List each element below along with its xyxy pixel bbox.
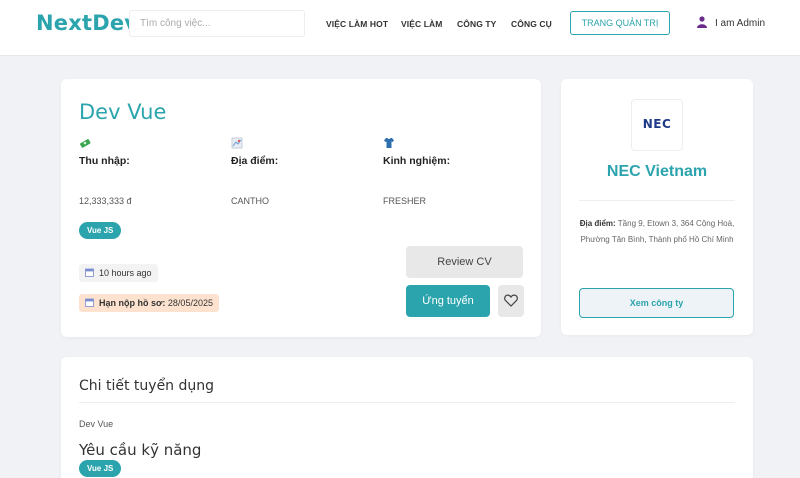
favorite-button[interactable]	[498, 285, 524, 317]
location-value: CANTHO	[231, 196, 269, 206]
money-icon	[80, 139, 91, 148]
calendar-icon	[85, 298, 94, 307]
heart-icon	[504, 294, 518, 307]
location-block: Địa điểm: CANTHO	[231, 137, 371, 206]
company-logo-text: NEC	[642, 117, 672, 131]
detail-job-title: Dev Vue	[79, 419, 114, 429]
skills-title: Yêu cầu kỹ năng	[79, 441, 202, 459]
nav-jobs[interactable]: VIỆC LÀM	[401, 19, 442, 29]
job-title: Dev Vue	[79, 100, 167, 124]
company-address: Địa điểm: Tầng 9, Etown 3, 364 Cộng Hoà,…	[577, 216, 737, 248]
skill-tag[interactable]: Vue JS	[79, 222, 122, 239]
job-detail-card: Chi tiết tuyển dụng Dev Vue Yêu cầu kỹ n…	[61, 357, 753, 478]
address-label: Địa điểm:	[579, 219, 616, 228]
company-logo[interactable]: NEC	[631, 99, 683, 151]
experience-value: FRESHER	[383, 196, 427, 206]
logo[interactable]: NextDev	[36, 11, 138, 35]
calendar-icon	[85, 268, 94, 277]
salary-value: 12,333,333 đ	[79, 196, 132, 206]
deadline-badge: Hạn nộp hồ sơ: 28/05/2025	[79, 294, 219, 312]
shirt-icon	[384, 138, 394, 148]
location-label: Địa điểm:	[231, 155, 279, 167]
nav-companies[interactable]: CÔNG TY	[457, 19, 496, 29]
user-name: I am Admin	[715, 18, 766, 29]
review-cv-button[interactable]: Review CV	[406, 246, 523, 278]
user-icon	[697, 16, 707, 28]
deadline-value: 28/05/2025	[167, 298, 213, 308]
company-name[interactable]: NEC Vietnam	[561, 163, 753, 181]
search-input[interactable]: Tìm công việc...	[129, 10, 305, 37]
nav-tools[interactable]: CÔNG CỤ	[511, 19, 552, 29]
salary-label: Thu nhập:	[79, 155, 130, 167]
experience-block: Kinh nghiệm: FRESHER	[383, 137, 523, 206]
posted-time: 10 hours ago	[99, 268, 152, 278]
nav-hot-jobs[interactable]: VIỆC LÀM HOT	[326, 19, 388, 29]
posted-time-badge: 10 hours ago	[79, 264, 158, 282]
skill-tag[interactable]: Vue JS	[79, 460, 122, 477]
view-company-button[interactable]: Xem công ty	[579, 288, 734, 318]
divider	[579, 200, 735, 201]
salary-block: Thu nhập: 12,333,333 đ	[79, 137, 219, 206]
header: NextDev Tìm công việc... VIỆC LÀM HOT VI…	[0, 0, 800, 56]
divider	[79, 402, 735, 403]
deadline-label: Hạn nộp hồ sơ:	[99, 298, 166, 308]
experience-label: Kinh nghiệm:	[383, 155, 451, 167]
map-icon	[231, 137, 243, 149]
apply-button[interactable]: Ứng tuyển	[406, 285, 490, 317]
company-card: NEC NEC Vietnam Địa điểm: Tầng 9, Etown …	[561, 79, 753, 335]
admin-button[interactable]: TRANG QUẢN TRỊ	[570, 11, 670, 35]
user-menu[interactable]: I am Admin	[697, 16, 765, 29]
section-title: Chi tiết tuyển dụng	[79, 378, 215, 394]
job-card: Dev Vue Thu nhập: 12,333,333 đ Địa điểm:…	[61, 79, 541, 337]
